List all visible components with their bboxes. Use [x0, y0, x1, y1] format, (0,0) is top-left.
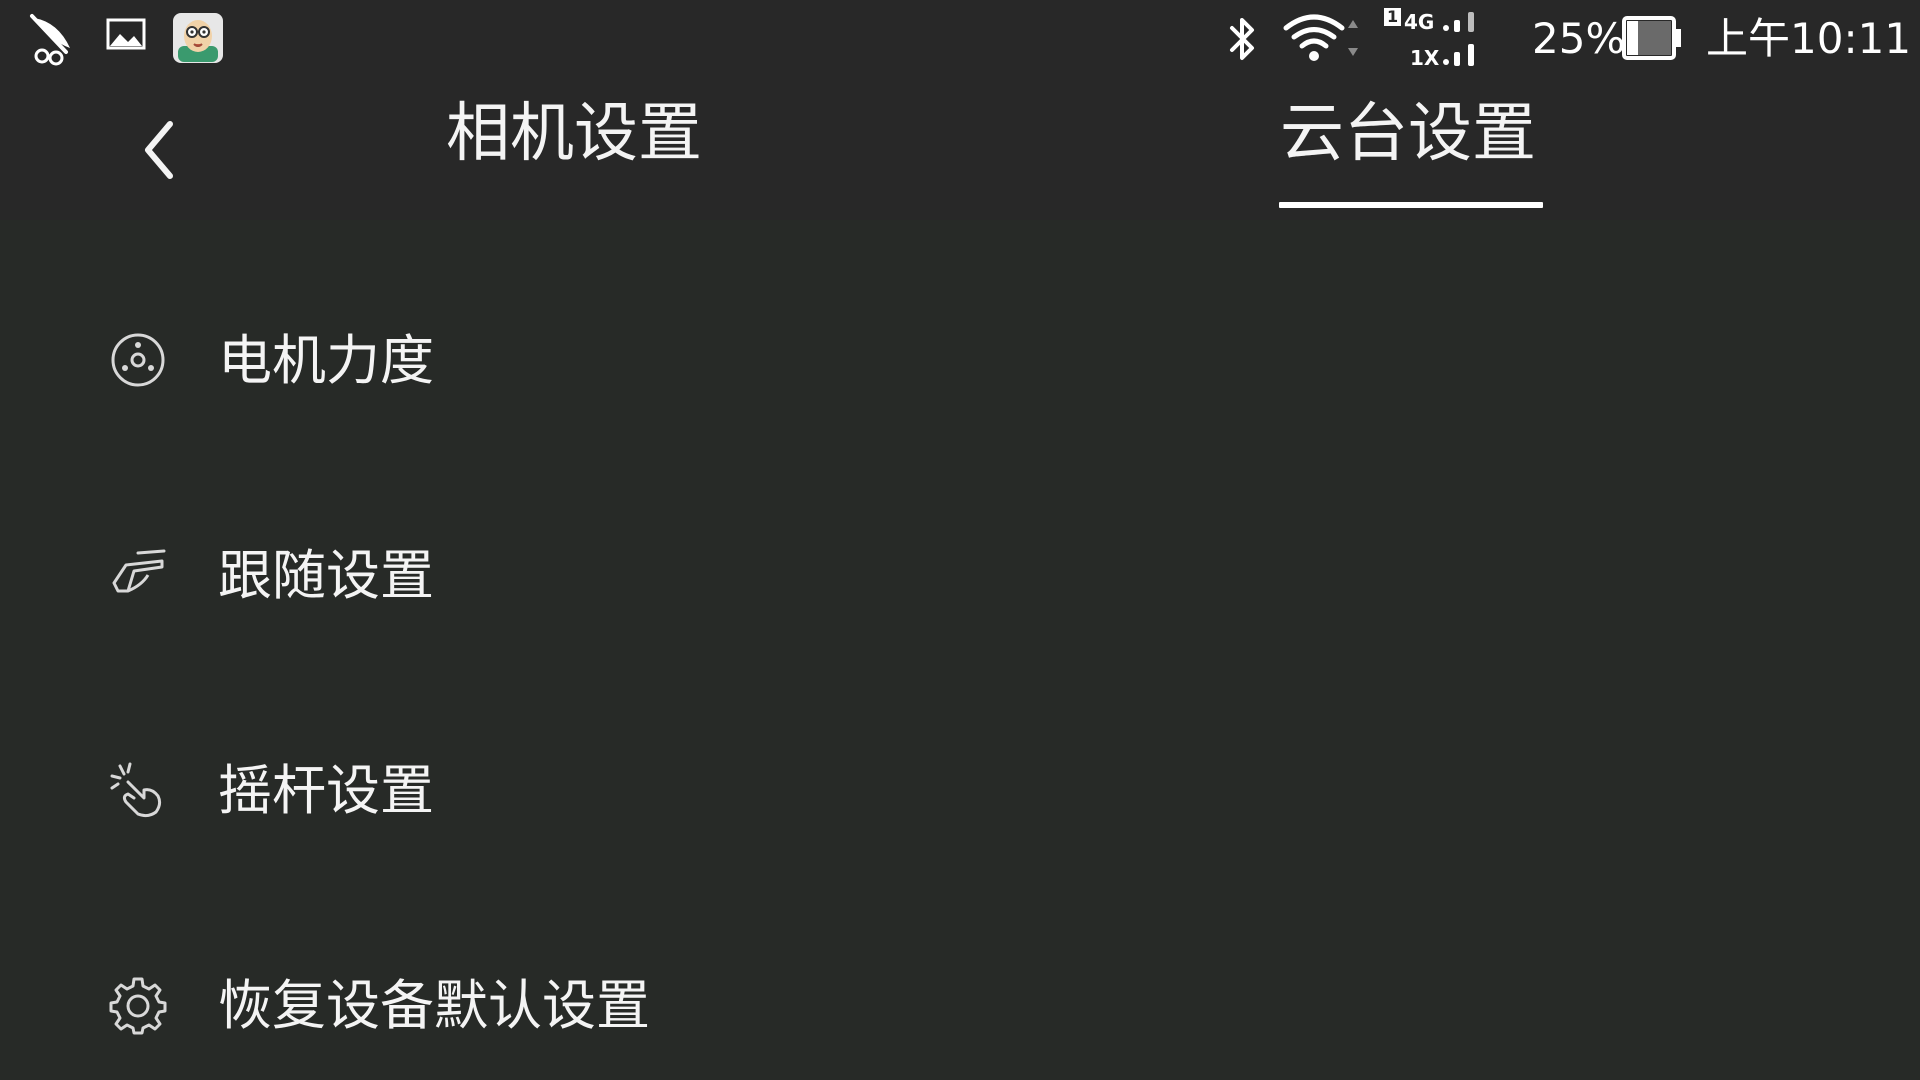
screen: 1 4G 1X 25% 上午10:11 相机设置 云台设置 电机力度 跟随设置 …	[0, 0, 1920, 1080]
settings-menu: 电机力度 跟随设置 摇杆设置 恢复设备默认设置	[0, 220, 1920, 1080]
menu-item-motor-strength[interactable]: 电机力度	[0, 240, 1920, 440]
tab-gimbal-settings[interactable]: 云台设置	[1280, 102, 1536, 166]
app-feather-icon	[30, 14, 70, 66]
menu-item-joystick-settings[interactable]: 摇杆设置	[0, 670, 1920, 870]
menu-label: 跟随设置	[218, 544, 434, 607]
status-bar: 1 4G 1X 25% 上午10:11	[0, 0, 1920, 80]
menu-label: 恢复设备默认设置	[218, 974, 650, 1037]
active-tab-indicator	[1279, 202, 1543, 208]
battery-icon	[1622, 16, 1681, 60]
follow-icon	[112, 549, 166, 593]
wifi-icon	[1283, 14, 1358, 61]
tab-camera-settings[interactable]: 相机设置	[446, 102, 702, 166]
menu-item-restore-defaults[interactable]: 恢复设备默认设置	[0, 885, 1920, 1080]
bluetooth-icon	[1230, 18, 1254, 60]
motor-icon	[111, 333, 165, 387]
back-button[interactable]	[130, 110, 190, 190]
menu-label: 电机力度	[218, 329, 434, 392]
header: 相机设置 云台设置	[0, 80, 1920, 220]
network-type-bottom: 1X	[1410, 46, 1440, 70]
menu-label: 摇杆设置	[218, 759, 434, 822]
menu-item-follow-settings[interactable]: 跟随设置	[0, 455, 1920, 655]
signal-bars-icon	[1443, 12, 1474, 66]
gallery-icon	[106, 18, 146, 50]
avatar-app-icon	[173, 13, 223, 63]
network-type-top: 4G	[1404, 10, 1435, 34]
gear-icon	[109, 977, 167, 1035]
battery-percent: 25%	[1532, 14, 1626, 63]
chevron-left-icon	[145, 121, 173, 179]
joystick-icon	[110, 762, 162, 818]
sim-slot-badge: 1	[1384, 8, 1402, 26]
status-time: 上午10:11	[1706, 14, 1912, 63]
